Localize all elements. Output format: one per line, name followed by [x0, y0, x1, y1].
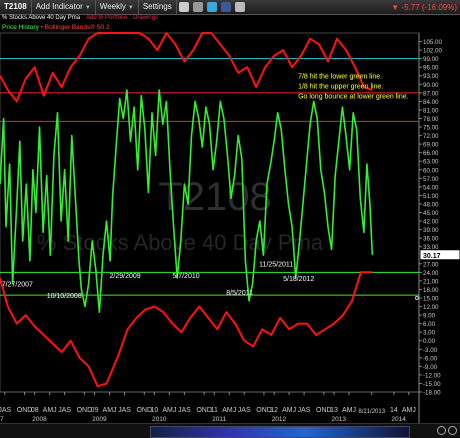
x-tick-label: AMJ	[282, 407, 296, 414]
x-tick-label: 11	[211, 407, 218, 414]
last-value-label: 30.17	[423, 253, 441, 260]
x-year-label: 2008	[32, 416, 47, 423]
y-tick-label: 48.00	[423, 201, 439, 208]
x-tick-label: AMJ	[222, 407, 236, 414]
x-tick-label: 12	[270, 407, 278, 414]
x-tick-label: AMJ	[342, 407, 356, 414]
y-tick-label: 87.00	[423, 90, 439, 97]
x-tick-label: 14	[390, 407, 398, 414]
annotation-5: 11/25/2011	[259, 262, 293, 269]
y-tick-label: 90.00	[423, 82, 439, 89]
y-tick-label: -18.00	[423, 390, 441, 397]
y-tick-label: 54.00	[423, 184, 439, 191]
x-tick-label: OND	[196, 407, 212, 414]
annotation-3: 5/7/2010	[172, 273, 199, 280]
y-tick-label: 42.00	[423, 219, 439, 226]
x-tick-label: JAS	[58, 407, 71, 414]
y-tick-label: -6.00	[423, 355, 438, 362]
annotation-7: 7/8 hit the lower green line.	[298, 74, 382, 81]
x-tick-label: AMJ	[402, 407, 416, 414]
y-tick-label: 102.00	[423, 48, 442, 55]
annotation-6: 5/18/2012	[283, 276, 314, 283]
y-tick-label: 39.00	[423, 227, 439, 234]
y-tick-label: 81.00	[423, 107, 439, 114]
y-tick-label: 66.00	[423, 150, 439, 157]
y-tick-label: 0.00	[423, 338, 436, 345]
x-tick-label: JAS	[178, 407, 191, 414]
x-tick-label: JAS	[238, 407, 251, 414]
y-tick-label: 93.00	[423, 73, 439, 80]
chart-svg: T2108% Stocks Above 40 Day Pma105.00102.…	[0, 32, 460, 423]
y-tick-label: 6.00	[423, 321, 436, 328]
y-tick-label: 57.00	[423, 176, 439, 183]
annotation-8: 1/8 hit the upper green line.	[298, 84, 383, 91]
x-tick-label: AMJ	[43, 407, 57, 414]
x-tick-label: 13	[330, 407, 338, 414]
x-tick-label: 09	[91, 407, 99, 414]
y-tick-label: 84.00	[423, 99, 439, 106]
annotation-9: Go long bounce at lower green line.	[298, 94, 409, 101]
y-tick-label: 75.00	[423, 125, 439, 132]
x-year-label: 2009	[92, 416, 107, 423]
y-tick-label: -12.00	[423, 372, 441, 379]
zoom-out-icon[interactable]	[448, 426, 457, 435]
y-tick-label: 105.00	[423, 39, 442, 46]
x-year-label: 2010	[152, 416, 167, 423]
x-year-label: 2011	[212, 416, 226, 423]
y-tick-label: -9.00	[423, 364, 438, 371]
x-tick-label: 10	[151, 407, 159, 414]
x-tick-label: AMJ	[103, 407, 117, 414]
x-tick-label: 8/21/2013	[358, 409, 385, 415]
x-year-label: 2013	[332, 416, 347, 423]
y-tick-label: 45.00	[423, 210, 439, 217]
y-tick-label: 12.00	[423, 304, 439, 311]
y-tick-label: -3.00	[423, 347, 438, 354]
y-tick-label: 9.00	[423, 313, 436, 320]
slider-handle[interactable]	[150, 426, 410, 438]
x-year-label: 2014	[391, 416, 406, 423]
y-tick-label: 96.00	[423, 65, 439, 72]
x-tick-label: 08	[31, 407, 39, 414]
x-tick-label: AMJ	[162, 407, 176, 414]
y-tick-label: 15.00	[423, 295, 439, 302]
x-tick-label: JAS	[0, 407, 12, 414]
y-tick-label: 36.00	[423, 236, 439, 243]
watermark-symbol: T2108	[158, 175, 271, 219]
y-tick-label: 27.00	[423, 261, 439, 268]
y-tick-label: 21.00	[423, 278, 439, 285]
annotation-1: 10/10/2008	[47, 293, 82, 300]
y-tick-label: 60.00	[423, 167, 439, 174]
y-tick-label: 3.00	[423, 330, 436, 337]
annotation-4: 8/5/2011	[226, 290, 253, 297]
y-tick-label: 18.00	[423, 287, 439, 294]
date-range-slider[interactable]	[0, 423, 460, 438]
annotation-0: 7/27/2007	[2, 282, 33, 289]
y-tick-label: 99.00	[423, 56, 439, 63]
annotation-2: 2/29/2009	[110, 273, 141, 280]
y-tick-label: 72.00	[423, 133, 439, 140]
x-year-label: 2012	[272, 416, 287, 423]
zoom-in-icon[interactable]	[437, 426, 446, 435]
y-tick-label: 63.00	[423, 159, 439, 166]
y-tick-label: -15.00	[423, 381, 441, 388]
x-tick-label: JAS	[118, 407, 131, 414]
x-year-label: 07	[0, 416, 4, 423]
x-tick-label: JAS	[298, 407, 311, 414]
y-tick-label: 51.00	[423, 193, 439, 200]
y-tick-label: 24.00	[423, 270, 439, 277]
y-tick-label: 69.00	[423, 142, 439, 149]
y-tick-label: 78.00	[423, 116, 439, 123]
